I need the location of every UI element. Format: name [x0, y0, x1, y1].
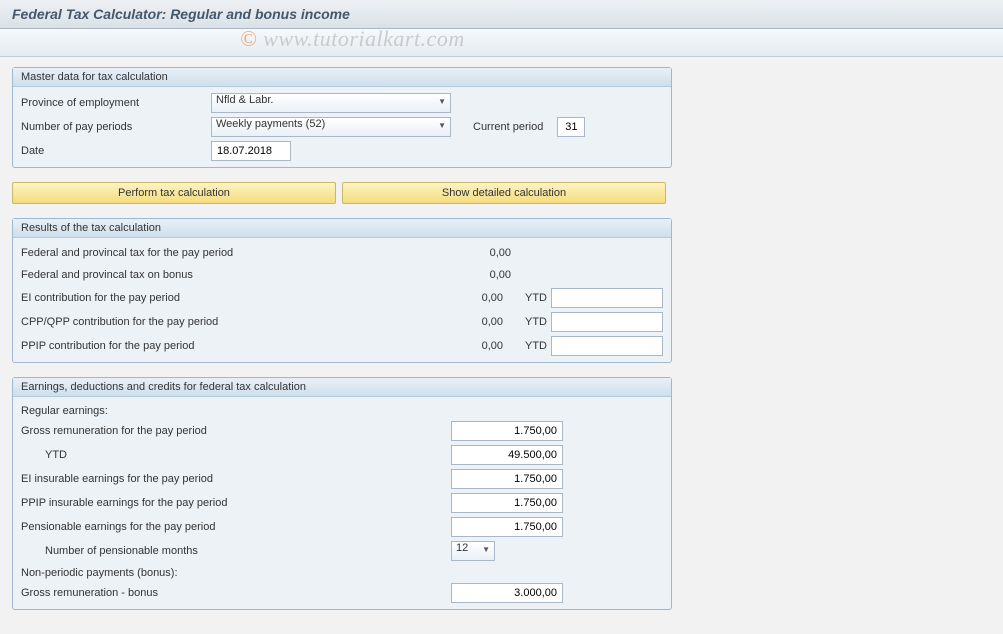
date-input[interactable]: [211, 141, 291, 161]
pensionable-label: Pensionable earnings for the pay period: [21, 521, 451, 533]
result-label: Federal and provincal tax on bonus: [21, 269, 451, 281]
results-header: Results of the tax calculation: [13, 219, 671, 238]
perform-calculation-button[interactable]: Perform tax calculation: [12, 182, 336, 204]
pensionable-input[interactable]: [451, 517, 563, 537]
result-value: 0,00: [444, 316, 503, 328]
ei-insurable-input[interactable]: [451, 469, 563, 489]
pay-periods-select[interactable]: Weekly payments (52): [211, 117, 451, 137]
current-period-input[interactable]: [557, 117, 585, 137]
earnings-panel: Earnings, deductions and credits for fed…: [12, 377, 672, 610]
gross-remuneration-input[interactable]: [451, 421, 563, 441]
ei-insurable-label: EI insurable earnings for the pay period: [21, 473, 451, 485]
ytd-label: YTD: [525, 340, 547, 352]
result-label: Federal and provincal tax for the pay pe…: [21, 247, 451, 259]
master-data-header: Master data for tax calculation: [13, 68, 671, 87]
nonperiodic-header: Non-periodic payments (bonus):: [13, 563, 671, 581]
result-value: 0,00: [444, 292, 503, 304]
gross-remuneration-label: Gross remuneration for the pay period: [21, 425, 451, 437]
regular-earnings-header: Regular earnings:: [13, 401, 671, 419]
content-area: Master data for tax calculation Province…: [0, 57, 1003, 634]
pensionable-months-label: Number of pensionable months: [21, 545, 451, 557]
gross-ytd-input[interactable]: [451, 445, 563, 465]
toolbar: [0, 29, 1003, 57]
page-title: Federal Tax Calculator: Regular and bonu…: [0, 0, 1003, 29]
bonus-input[interactable]: [451, 583, 563, 603]
result-label: PPIP contribution for the pay period: [21, 340, 444, 352]
show-detailed-button[interactable]: Show detailed calculation: [342, 182, 666, 204]
ppip-insurable-input[interactable]: [451, 493, 563, 513]
results-panel: Results of the tax calculation Federal a…: [12, 218, 672, 363]
action-buttons: Perform tax calculation Show detailed ca…: [12, 182, 991, 204]
master-data-panel: Master data for tax calculation Province…: [12, 67, 672, 168]
earnings-header: Earnings, deductions and credits for fed…: [13, 378, 671, 397]
ppip-insurable-label: PPIP insurable earnings for the pay peri…: [21, 497, 451, 509]
province-label: Province of employment: [21, 97, 211, 109]
current-period-label: Current period: [473, 121, 543, 133]
result-label: EI contribution for the pay period: [21, 292, 444, 304]
ei-ytd-input[interactable]: [551, 288, 663, 308]
ytd-label: YTD: [525, 316, 547, 328]
cpp-ytd-input[interactable]: [551, 312, 663, 332]
date-label: Date: [21, 145, 211, 157]
pay-periods-label: Number of pay periods: [21, 121, 211, 133]
result-value: 0,00: [451, 269, 511, 281]
bonus-label: Gross remuneration - bonus: [21, 587, 451, 599]
gross-ytd-label: YTD: [21, 449, 451, 461]
result-label: CPP/QPP contribution for the pay period: [21, 316, 444, 328]
province-select[interactable]: Nfld & Labr.: [211, 93, 451, 113]
result-value: 0,00: [451, 247, 511, 259]
ytd-label: YTD: [525, 292, 547, 304]
ppip-ytd-input[interactable]: [551, 336, 663, 356]
result-value: 0,00: [444, 340, 503, 352]
pensionable-months-select[interactable]: 12: [451, 541, 495, 561]
